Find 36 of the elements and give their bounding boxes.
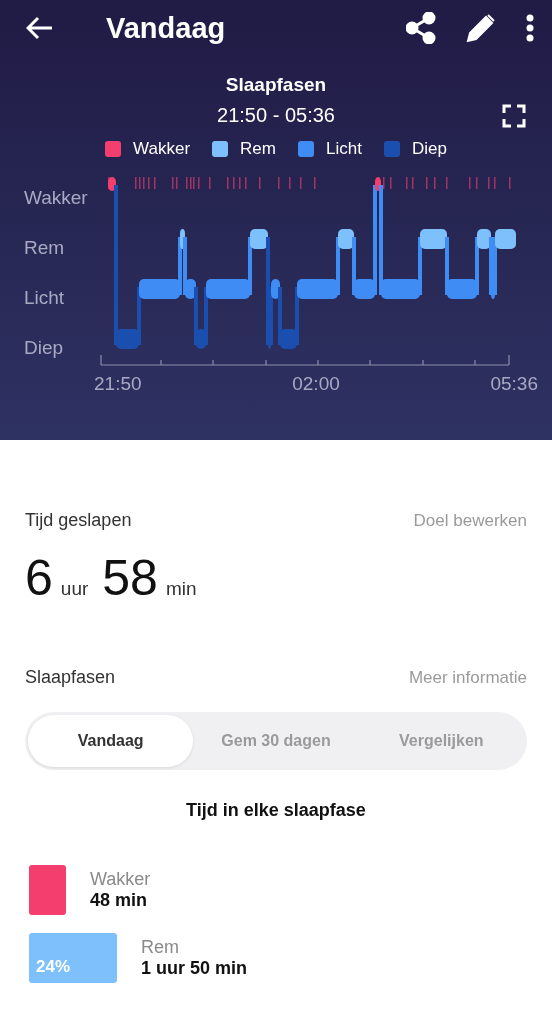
info-link[interactable]: Meer informatie xyxy=(408,668,527,688)
section-label: Slaapfasen xyxy=(25,667,116,688)
axis-label: 05:36 xyxy=(490,373,538,395)
fullscreen-icon[interactable] xyxy=(502,104,526,128)
stage-name: Rem xyxy=(141,937,180,958)
axis-label: Licht xyxy=(24,287,66,310)
stages-heading: Tijd in elke slaapfase xyxy=(186,800,366,820)
duration-unit: uur xyxy=(60,578,89,600)
axis-label: Diep xyxy=(24,337,65,360)
axis-label: 02:00 xyxy=(292,373,340,395)
legend-label: Licht xyxy=(326,139,362,159)
duration-number: 58 xyxy=(102,549,158,607)
edit-goal-link[interactable]: Doel bewerken xyxy=(413,511,527,531)
stage-name: Wakker xyxy=(90,869,151,890)
axis-label: Rem xyxy=(24,237,66,260)
more-icon[interactable] xyxy=(526,14,534,42)
back-icon[interactable] xyxy=(26,16,54,40)
stage-bar: 24% xyxy=(29,933,117,983)
segment-tab[interactable]: Gem 30 dagen xyxy=(193,715,359,767)
axis-label: Wakker xyxy=(24,187,89,210)
legend-label: Wakker xyxy=(133,139,191,159)
share-icon[interactable] xyxy=(406,12,436,44)
axis-label: 21:50 xyxy=(94,373,142,395)
stage-duration: 1 uur 50 min xyxy=(141,958,248,979)
chart-title: Slaapfasen xyxy=(225,74,327,95)
edit-icon[interactable] xyxy=(466,13,496,43)
legend-label: Diep xyxy=(411,139,447,159)
stage-duration: 48 min xyxy=(90,890,149,911)
section-label: Tijd geslapen xyxy=(25,510,132,531)
screen-title: Vandaag xyxy=(106,11,227,45)
legend-label: Rem xyxy=(240,139,276,159)
time-range: 21:50 - 05:36 xyxy=(217,104,335,127)
segment-tab[interactable]: Vandaag xyxy=(28,715,194,767)
duration-number: 6 xyxy=(25,549,53,607)
segment-tab[interactable]: Vergelijken xyxy=(358,715,524,767)
duration-unit: min xyxy=(165,578,197,600)
